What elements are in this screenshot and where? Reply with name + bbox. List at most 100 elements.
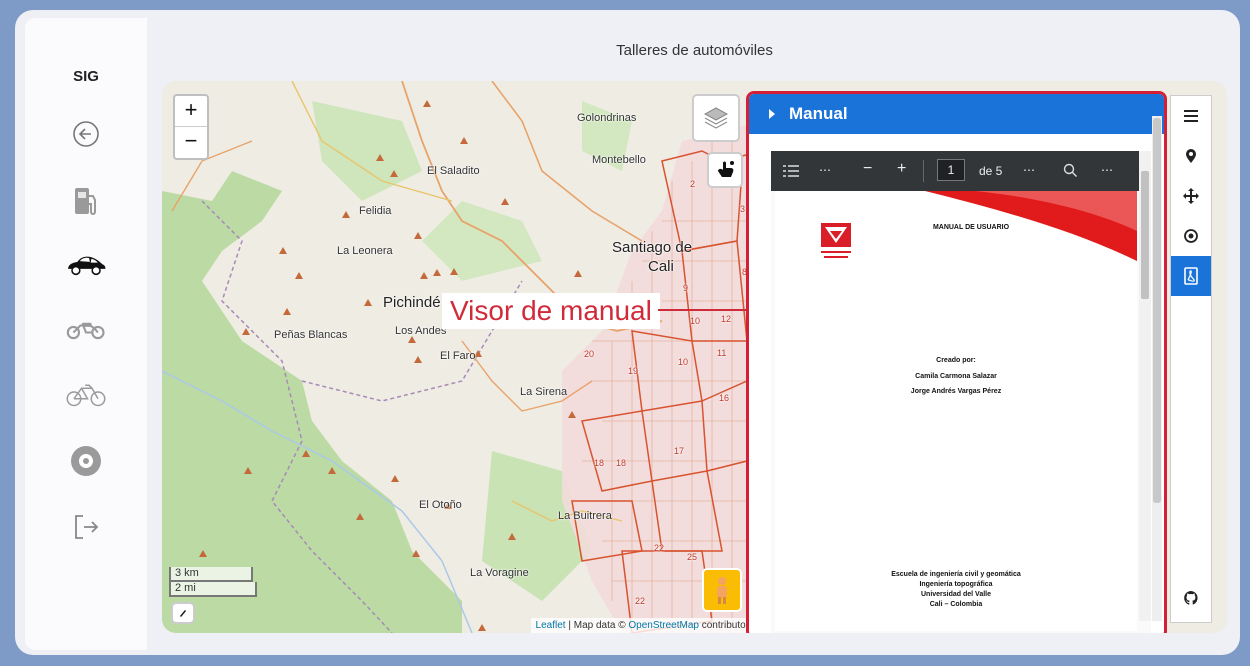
page-number-input[interactable] [937, 159, 965, 181]
comuna-number: 22 [654, 543, 665, 553]
panel-title: Manual [789, 104, 848, 123]
more-options-icon[interactable]: ⋯ [1023, 163, 1035, 177]
back-button[interactable] [65, 113, 107, 155]
comuna-number: 18 [616, 458, 627, 468]
place-label: Montebello [592, 154, 646, 166]
manual-title: MANUAL DE USUARIO [932, 224, 1010, 231]
locate-hand-button[interactable] [707, 152, 743, 188]
zoom-in-icon[interactable]: + [897, 160, 906, 178]
car-icon [68, 256, 106, 276]
search-icon[interactable] [1063, 163, 1078, 178]
comuna-number: 11 [717, 348, 727, 358]
nav-tires[interactable] [65, 440, 107, 482]
pdf-toolbar: ⋯ − + de 5 ⋯ ⋯ [771, 151, 1139, 191]
place-label: La Voragine [470, 567, 529, 579]
fuel-pump-icon [75, 188, 96, 215]
created-by-label: Creado por: [936, 357, 976, 364]
annotation-label: Visor de manual [442, 293, 660, 329]
location-pin-icon [1186, 149, 1196, 163]
leaflet-link[interactable]: Leaflet [536, 620, 566, 631]
map-view[interactable]: Golondrinas Montebello El Saladito Felid… [162, 81, 1227, 633]
author-name: Jorge Andrés Vargas Pérez [910, 388, 1002, 395]
nav-bicycles[interactable] [65, 374, 107, 416]
pencil-icon [180, 610, 186, 617]
brand-label: SIG [73, 68, 99, 85]
tab-github[interactable] [1171, 578, 1211, 618]
logout-button[interactable] [65, 506, 107, 548]
place-label: Pichindé [383, 294, 441, 311]
pdf-viewer: ⋯ − + de 5 ⋯ ⋯ [771, 151, 1151, 633]
place-label: Felidia [359, 205, 392, 217]
zoom-control: + − [173, 94, 209, 160]
pdf-page: MANUAL DE USUARIO Creado por: Camila Car… [775, 191, 1137, 631]
menu-icon [1184, 110, 1198, 122]
panel-scrollbar[interactable] [1152, 116, 1162, 621]
sidebar-tabs [1170, 95, 1212, 623]
osm-link[interactable]: OpenStreetMap [628, 620, 699, 631]
pegman-icon [717, 577, 727, 604]
tab-pdf[interactable] [1171, 256, 1211, 296]
comuna-number: 16 [719, 393, 730, 403]
draw-button[interactable] [171, 602, 195, 624]
zoom-out-button[interactable]: − [175, 127, 207, 157]
zoom-out-icon[interactable]: − [863, 160, 872, 178]
nav-car-workshops[interactable] [65, 244, 107, 286]
footer-line: Cali – Colombia [929, 601, 983, 608]
motorcycle-icon [66, 322, 105, 340]
comuna-number: 22 [635, 596, 646, 606]
pdf-scrollbar[interactable] [1139, 151, 1151, 621]
tab-location[interactable] [1171, 136, 1211, 176]
panel-header[interactable]: Manual [749, 94, 1164, 134]
place-label: La Leonera [337, 245, 393, 257]
place-label: Peñas Blancas [274, 329, 348, 341]
comuna-number: 2 [690, 179, 696, 189]
place-label: Santiago de [612, 239, 693, 256]
attribution-text: | Map data © [565, 620, 629, 631]
place-label: Cali [648, 258, 674, 275]
hand-pointer-icon [718, 161, 734, 177]
comuna-number: 12 [721, 314, 732, 324]
place-label: Golondrinas [577, 112, 637, 124]
back-arrow-icon [73, 121, 99, 147]
tab-move[interactable] [1171, 176, 1211, 216]
place-label: El Saladito [427, 165, 480, 177]
pdf-icon [1184, 267, 1198, 285]
comuna-number: 18 [594, 458, 605, 468]
comuna-number: 17 [674, 446, 685, 456]
place-label: La Sirena [520, 386, 568, 398]
page-title: Talleres de automóviles [616, 42, 773, 59]
comuna-number: 9 [683, 283, 689, 293]
scale-km: 3 km [169, 567, 253, 582]
comuna-number: 10 [678, 357, 689, 367]
place-label: La Buitrera [558, 510, 612, 522]
layers-button[interactable] [692, 94, 740, 142]
comuna-number: 3 [740, 204, 746, 214]
footer-line: Universidad del Valle [920, 591, 992, 598]
tab-menu[interactable] [1171, 96, 1211, 136]
place-label: El Otoño [419, 499, 462, 511]
pdf-scroll-thumb[interactable] [1141, 171, 1149, 299]
nav-gas-stations[interactable] [65, 180, 107, 222]
street-view-button[interactable] [702, 568, 742, 612]
page-total: de 5 [979, 164, 1003, 178]
manual-panel: Manual ⋯ − + de 5 ⋯ ⋯ [746, 91, 1167, 633]
footer-line: Ingeniería topográfica [919, 581, 993, 588]
more-options-icon[interactable]: ⋯ [819, 163, 831, 177]
comuna-number: 25 [687, 552, 698, 562]
comuna-number: 10 [690, 316, 701, 326]
place-label: El Faro [440, 350, 476, 362]
more-options-icon[interactable]: ⋯ [1101, 163, 1113, 177]
nav-motorcycles[interactable] [65, 308, 107, 350]
annotation-line [658, 309, 748, 311]
footer-line: Escuela de ingeniería civil y geomática [891, 571, 1021, 578]
layers-icon [703, 107, 729, 129]
target-icon [1184, 229, 1198, 243]
tab-target[interactable] [1171, 216, 1211, 256]
zoom-in-button[interactable]: + [175, 96, 207, 127]
tire-icon [71, 446, 101, 476]
scale-mi: 2 mi [169, 582, 257, 597]
panel-scroll-thumb[interactable] [1153, 118, 1161, 503]
map-attribution: Leaflet | Map data © OpenStreetMap contr… [530, 618, 759, 633]
comuna-number: 20 [584, 349, 595, 359]
bicycle-icon [66, 384, 106, 407]
